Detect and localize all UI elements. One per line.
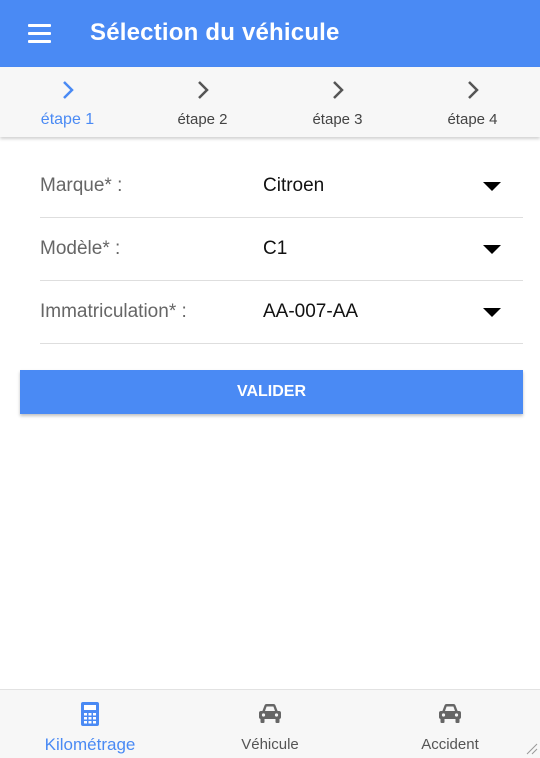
chevron-right-icon bbox=[197, 81, 209, 99]
nav-item-kilometrage[interactable]: Kilométrage bbox=[0, 690, 180, 758]
registration-label: Immatriculation* : bbox=[40, 301, 187, 322]
step-4[interactable]: étape 4 bbox=[405, 67, 540, 137]
model-row: Modèle* : C1 bbox=[40, 218, 523, 281]
step-2[interactable]: étape 2 bbox=[135, 67, 270, 137]
step-label: étape 2 bbox=[177, 111, 228, 128]
car-icon bbox=[259, 704, 281, 723]
brand-label: Marque* : bbox=[40, 175, 123, 196]
step-label: étape 4 bbox=[447, 111, 498, 128]
nav-label: Véhicule bbox=[241, 736, 299, 753]
brand-row: Marque* : Citroen bbox=[40, 155, 523, 218]
car-icon bbox=[439, 704, 461, 723]
nav-item-accident[interactable]: Accident bbox=[360, 690, 540, 758]
nav-label: Accident bbox=[421, 736, 479, 753]
registration-row: Immatriculation* : AA-007-AA bbox=[40, 281, 523, 344]
step-label: étape 1 bbox=[40, 111, 95, 128]
calculator-icon bbox=[81, 702, 99, 726]
model-select[interactable] bbox=[250, 218, 523, 280]
app-bar: Sélection du véhicule bbox=[0, 0, 540, 67]
bottom-nav: Kilométrage Véhicule Accident bbox=[0, 689, 540, 758]
model-label: Modèle* : bbox=[40, 238, 121, 259]
step-1[interactable]: étape 1 bbox=[0, 67, 135, 137]
resize-grip-icon[interactable] bbox=[526, 743, 538, 755]
page-title: Sélection du véhicule bbox=[90, 19, 340, 46]
validate-button[interactable]: VALIDER bbox=[20, 370, 523, 414]
vehicle-form: Marque* : Citroen Modèle* : C1 Immatricu… bbox=[40, 155, 523, 344]
stepper: étape 1 étape 2 étape 3 étape 4 bbox=[0, 67, 540, 137]
registration-select[interactable] bbox=[250, 281, 523, 343]
step-3[interactable]: étape 3 bbox=[270, 67, 405, 137]
step-label: étape 3 bbox=[312, 111, 363, 128]
chevron-right-icon bbox=[467, 81, 479, 99]
hamburger-menu-icon[interactable] bbox=[20, 19, 60, 47]
nav-label: Kilométrage bbox=[44, 735, 136, 754]
chevron-right-icon bbox=[62, 81, 74, 99]
brand-select[interactable] bbox=[250, 155, 523, 217]
nav-item-vehicule[interactable]: Véhicule bbox=[180, 690, 360, 758]
chevron-right-icon bbox=[332, 81, 344, 99]
